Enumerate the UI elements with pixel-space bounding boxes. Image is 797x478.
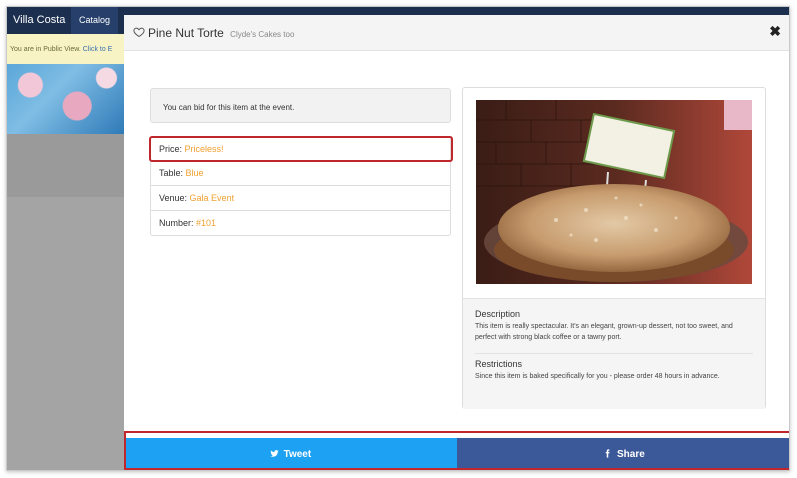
detail-label: Number: (159, 218, 194, 228)
facebook-share-button[interactable]: Share (457, 438, 789, 470)
description-heading: Description (475, 309, 521, 319)
torte-photo-illustration (476, 100, 752, 284)
detail-value: Blue (185, 168, 204, 178)
restrictions-heading: Restrictions (475, 359, 523, 369)
detail-row-venue: Venue: Gala Event (150, 186, 451, 211)
share-label: Share (616, 449, 645, 460)
facebook-f-icon (606, 449, 610, 458)
item-photo[interactable] (476, 100, 752, 284)
detail-value: Priceless! (184, 144, 224, 154)
brand-name[interactable]: Villa Costa (13, 14, 65, 26)
item-modal: Pine Nut Torte Clyde's Cakes too ✖ You c… (124, 15, 789, 470)
public-view-text: You are in Public View. (10, 46, 81, 53)
modal-backdrop-lower (7, 197, 124, 470)
tweet-button[interactable]: Tweet (124, 438, 457, 470)
detail-row-price: Price: Priceless! (150, 136, 451, 161)
detail-label: Price: (159, 144, 183, 154)
detail-row-table: Table: Blue (150, 161, 451, 186)
twitter-bird-icon (270, 450, 279, 457)
item-info: Description This item is really spectacu… (463, 298, 765, 409)
detail-label: Venue: (159, 193, 188, 203)
share-bar: Tweet Share (124, 433, 789, 470)
nav-catalog[interactable]: Catalog (71, 7, 119, 34)
detail-value: #101 (196, 218, 217, 228)
bid-notice: You can bid for this item at the event. (150, 88, 451, 123)
screenshot-frame: Villa Costa Catalog You are in Public Vi… (6, 6, 790, 471)
item-donor: Clyde's Cakes too (230, 30, 295, 39)
detail-label: Table: (159, 168, 184, 178)
heart-outline-icon[interactable] (133, 26, 145, 38)
public-view-link[interactable]: Click to E (83, 46, 113, 53)
item-details-list: Price: Priceless! Table: Blue Venue: Gal… (150, 136, 451, 236)
divider (475, 353, 753, 354)
item-title: Pine Nut Torte (148, 26, 224, 40)
item-photo-panel: Description This item is really spectacu… (462, 87, 766, 409)
close-icon[interactable]: ✖ (769, 23, 781, 40)
modal-header: Pine Nut Torte Clyde's Cakes too ✖ (124, 15, 789, 51)
detail-row-number: Number: #101 (150, 211, 451, 236)
public-view-notice: You are in Public View. Click to E (7, 34, 124, 64)
background-banner-image (7, 64, 124, 134)
modal-title: Pine Nut Torte Clyde's Cakes too (148, 26, 294, 40)
restrictions-text: Since this item is baked specifically fo… (475, 373, 720, 380)
detail-value: Gala Event (189, 193, 235, 203)
description-text: This item is really spectacular. It's an… (475, 323, 733, 341)
tweet-label: Tweet (283, 449, 312, 460)
